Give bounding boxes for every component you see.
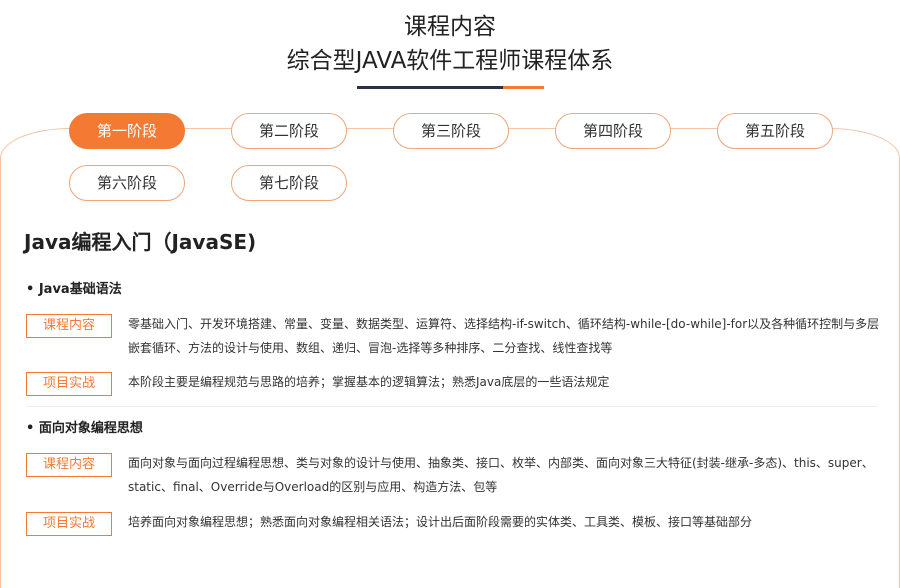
- content-description: 面向对象与面向过程编程思想、类与对象的设计与使用、抽象类、接口、枚举、内部类、面…: [128, 456, 874, 494]
- practice-description: 本阶段主要是编程规范与思路的培养；掌握基本的逻辑算法；熟悉Java底层的一些语法…: [128, 375, 610, 389]
- tab-stage-5[interactable]: 第五阶段: [717, 113, 833, 149]
- page-subtitle: 综合型JAVA软件工程师课程体系: [286, 48, 614, 74]
- tab-stage-7[interactable]: 第七阶段: [231, 165, 347, 201]
- tab-stage-1[interactable]: 第一阶段: [69, 113, 185, 149]
- practice-description: 培养面向对象编程思想；熟悉面向对象编程相关语法；设计出后面阶段需要的实体类、工具…: [128, 515, 753, 529]
- section-title: Java编程入门（JavaSE): [24, 230, 257, 254]
- page-title: 课程内容: [404, 14, 496, 40]
- tab-stage-2[interactable]: 第二阶段: [231, 113, 347, 149]
- group-title-java-basics: • Java基础语法: [26, 282, 122, 297]
- tab-stage-4[interactable]: 第四阶段: [555, 113, 671, 149]
- content-tag: 课程内容: [26, 453, 112, 477]
- tab-stage-3[interactable]: 第三阶段: [393, 113, 509, 149]
- title-underline-accent: [503, 86, 544, 89]
- content-description: 零基础入门、开发环境搭建、常量、变量、数据类型、运算符、选择结构-if-swit…: [128, 317, 880, 355]
- content-tag: 课程内容: [26, 314, 112, 338]
- practice-tag: 项目实战: [26, 372, 112, 396]
- group-divider: [26, 406, 878, 407]
- tab-stage-6[interactable]: 第六阶段: [69, 165, 185, 201]
- practice-tag: 项目实战: [26, 512, 112, 536]
- group-title-oop: • 面向对象编程思想: [26, 421, 143, 436]
